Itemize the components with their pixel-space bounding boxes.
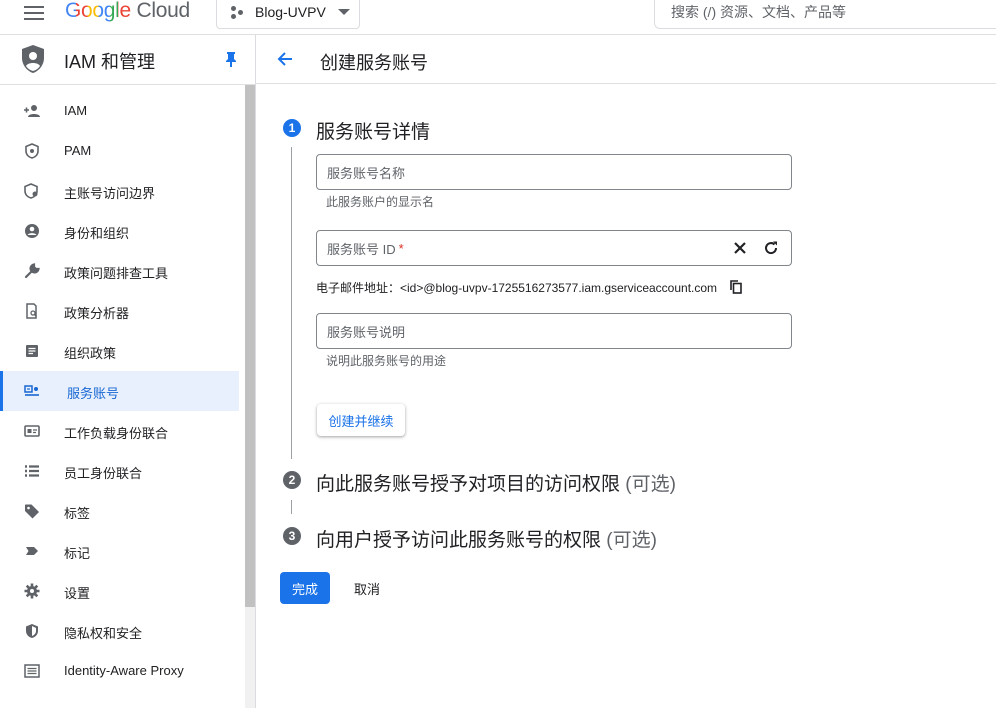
logo-google-text: Google <box>65 0 131 22</box>
sidebar-item-label: 隐私权和安全 <box>64 626 143 641</box>
service-account-description-helper: 说明此服务账号的用途 <box>326 354 447 368</box>
service-account-icon <box>24 385 39 396</box>
step-3-number: 3 <box>283 527 301 545</box>
sidebar-item-policy-troubleshooter[interactable]: 政策问题排查工具 <box>0 251 240 291</box>
list-document-icon <box>26 345 38 357</box>
refresh-icon[interactable] <box>763 240 779 256</box>
back-arrow-icon[interactable] <box>276 50 294 68</box>
sidebar-item-service-accounts[interactable]: 服务账号 <box>0 371 239 411</box>
sidebar-item-label: 设置 <box>64 586 91 601</box>
service-account-name-placeholder: 服务账号名称 <box>327 165 406 181</box>
step-3-optional: (可选) <box>606 530 657 551</box>
sidebar-item-label: 员工身份联合 <box>64 466 143 481</box>
sidebar-item-tags[interactable]: 标签 <box>0 491 240 531</box>
sidebar-item-label: 身份和组织 <box>64 226 130 241</box>
service-account-name-field[interactable]: 服务账号名称 <box>316 154 792 190</box>
step-1-connector <box>291 147 292 459</box>
pin-icon[interactable] <box>224 51 238 67</box>
sidebar-item-label: 标记 <box>64 546 91 561</box>
sidebar-item-labels[interactable]: 标记 <box>0 531 240 571</box>
sidebar-item-label: 政策问题排查工具 <box>64 266 169 281</box>
proxy-icon <box>24 664 40 678</box>
wrench-icon <box>24 263 40 279</box>
service-account-id-field[interactable]: 服务账号 ID * <box>316 230 792 266</box>
main-header: 创建服务账号 <box>256 35 996 84</box>
sidebar-item-iam[interactable]: IAM <box>0 91 240 131</box>
sidebar-item-policy-analyzer[interactable]: 政策分析器 <box>0 291 240 331</box>
step-1-title[interactable]: 服务账号详情 <box>316 117 430 144</box>
project-dots-icon <box>231 5 245 19</box>
gear-icon <box>24 583 40 599</box>
done-button[interactable]: 完成 <box>280 572 330 604</box>
copy-icon[interactable] <box>730 280 742 294</box>
step-2-title-text: 向此服务账号授予对项目的访问权限 <box>316 474 621 495</box>
sidebar-item-label: 服务账号 <box>67 386 120 401</box>
sidebar-item-label: PAM <box>64 143 92 158</box>
iam-shield-icon <box>22 45 44 73</box>
search-input[interactable]: 搜索 (/) 资源、文档、产品等 <box>654 0 996 29</box>
sidebar-nav: IAM PAM 主账号访问边界 身份和组织 政策问题排查工具 政策分析器 组织政… <box>0 91 240 691</box>
tag-icon <box>25 504 39 519</box>
sidebar-item-label: Identity-Aware Proxy <box>64 663 184 678</box>
sidebar-item-label: 主账号访问边界 <box>64 186 156 201</box>
sidebar-scrollbar[interactable] <box>245 85 255 708</box>
google-cloud-logo[interactable]: Google Cloud <box>65 0 190 23</box>
service-account-id-placeholder: 服务账号 ID <box>327 241 396 257</box>
project-name: Blog-UVPV <box>255 3 326 20</box>
step-2-optional: (可选) <box>625 474 676 495</box>
step-1-number: 1 <box>283 119 301 137</box>
sidebar-item-label: IAM <box>64 103 88 118</box>
step-2-connector <box>291 500 292 514</box>
sidebar-item-label: 组织政策 <box>64 346 117 361</box>
clear-icon[interactable] <box>732 240 748 256</box>
service-account-name-helper: 此服务账户的显示名 <box>326 195 435 209</box>
menu-icon[interactable] <box>22 3 46 21</box>
step-2-number: 2 <box>283 471 301 489</box>
sidebar-item-label: 标签 <box>64 506 91 521</box>
policy-shield-icon <box>24 183 38 199</box>
step-2-title[interactable]: 向此服务账号授予对项目的访问权限 (可选) <box>316 469 676 496</box>
sidebar-item-workforce-identity[interactable]: 员工身份联合 <box>0 451 240 491</box>
sidebar-item-label: 工作负载身份联合 <box>64 426 169 441</box>
project-picker-button[interactable]: Blog-UVPV <box>216 0 360 29</box>
logo-cloud-text: Cloud <box>136 0 190 22</box>
sidebar-scroll-thumb[interactable] <box>245 85 255 607</box>
sidebar-item-org-policy[interactable]: 组织政策 <box>0 331 240 371</box>
sidebar-item-label: 政策分析器 <box>64 306 130 321</box>
sidebar: IAM 和管理 IAM PAM 主账号访问边界 身份和组织 政策问题排查工具 政… <box>0 35 256 708</box>
person-add-icon <box>24 105 40 117</box>
step-3-title[interactable]: 向用户授予访问此服务账号的权限 (可选) <box>316 525 657 552</box>
email-address-line: 电子邮件地址：<id>@blog-uvpv-1725516273577.iam.… <box>316 281 718 295</box>
shield-icon <box>25 143 39 159</box>
sidebar-title: IAM 和管理 <box>64 52 156 72</box>
document-search-icon <box>26 303 37 319</box>
chevron-down-icon <box>337 8 350 15</box>
sidebar-item-workload-identity[interactable]: 工作负载身份联合 <box>0 411 240 451</box>
list-icon <box>25 465 39 477</box>
account-circle-icon <box>25 224 39 238</box>
label-icon <box>26 547 38 555</box>
sidebar-item-identity-aware-proxy[interactable]: Identity-Aware Proxy <box>0 651 240 691</box>
create-and-continue-button[interactable]: 创建并继续 <box>317 404 405 436</box>
service-account-description-placeholder: 服务账号说明 <box>327 324 406 340</box>
required-mark: * <box>398 240 404 256</box>
step-3-title-text: 向用户授予访问此服务账号的权限 <box>316 530 602 551</box>
security-shield-icon <box>26 624 38 638</box>
sidebar-item-settings[interactable]: 设置 <box>0 571 240 611</box>
step-1-title-text: 服务账号详情 <box>316 122 431 143</box>
search-placeholder: 搜索 (/) 资源、文档、产品等 <box>671 3 846 20</box>
page-title: 创建服务账号 <box>320 53 428 73</box>
sidebar-item-privacy-security[interactable]: 隐私权和安全 <box>0 611 240 651</box>
sidebar-header: IAM 和管理 <box>0 35 255 85</box>
sidebar-item-pam[interactable]: PAM <box>0 131 240 171</box>
id-card-icon <box>24 425 40 437</box>
top-bar: Google Cloud Blog-UVPV 搜索 (/) 资源、文档、产品等 <box>0 0 996 34</box>
sidebar-item-principal-access-boundary[interactable]: 主账号访问边界 <box>0 171 240 211</box>
sidebar-item-identity-org[interactable]: 身份和组织 <box>0 211 240 251</box>
cancel-button[interactable]: 取消 <box>344 572 390 604</box>
service-account-description-field[interactable]: 服务账号说明 <box>316 313 792 349</box>
